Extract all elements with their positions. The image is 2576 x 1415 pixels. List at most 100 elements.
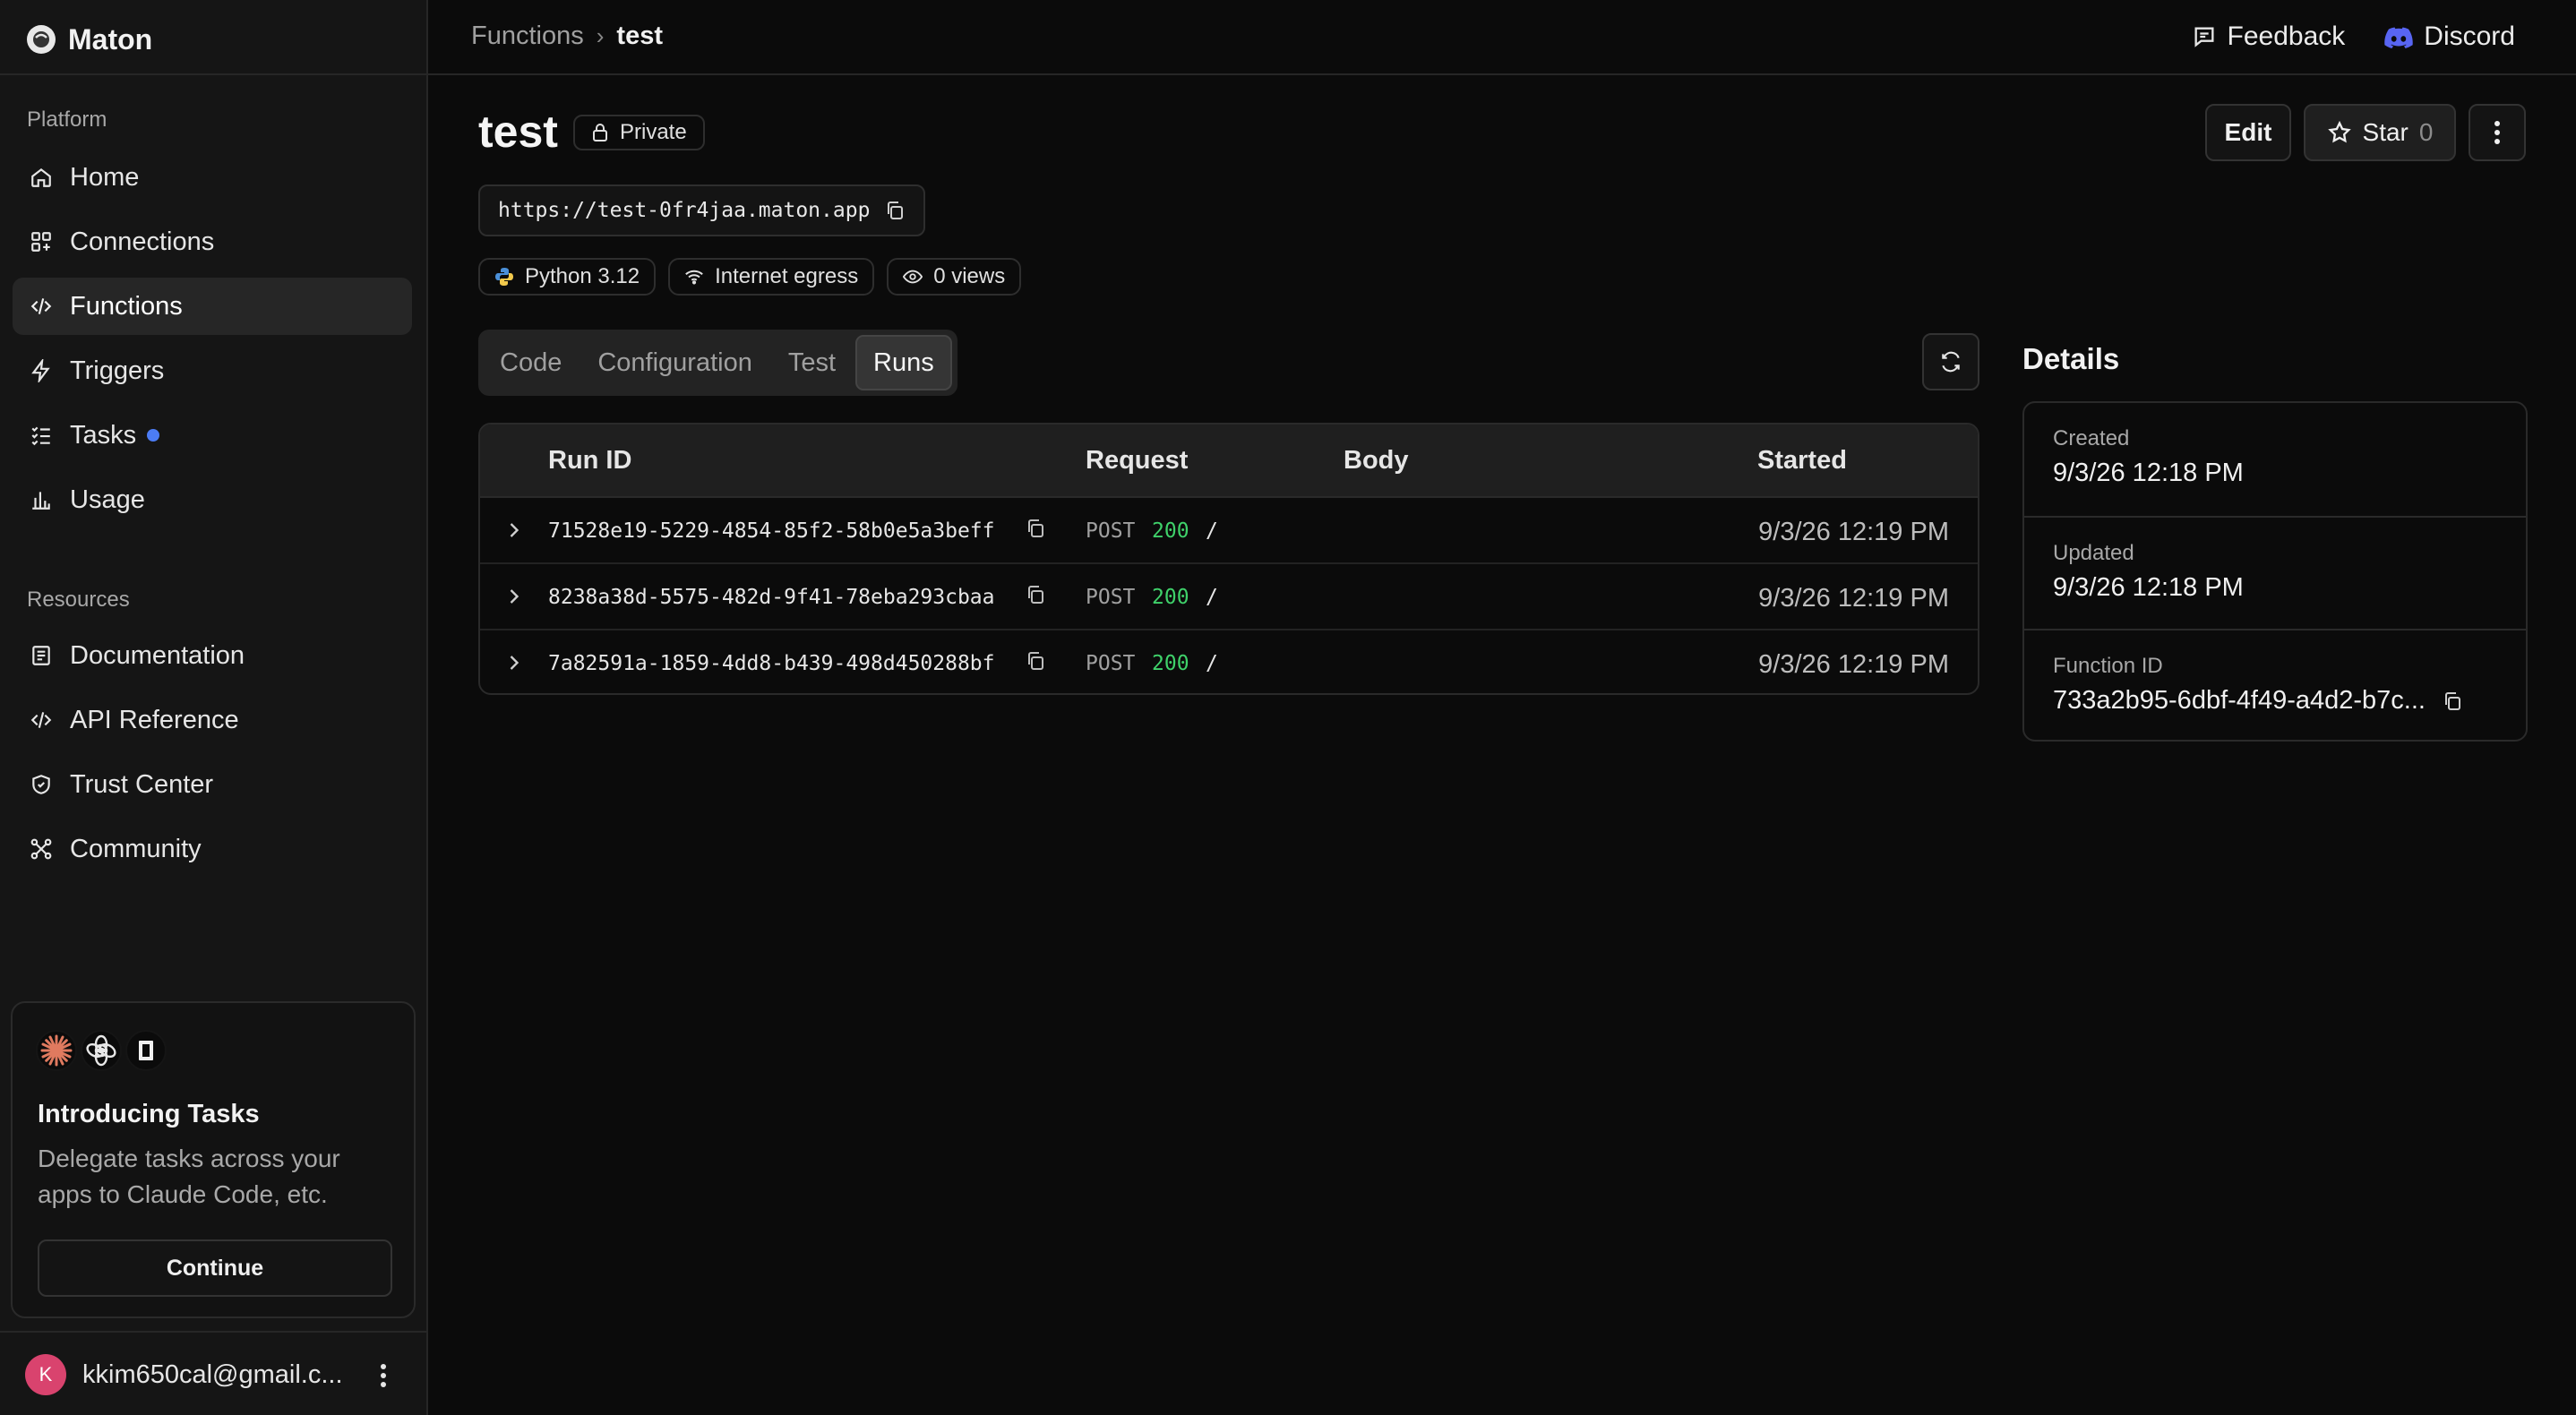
table-row[interactable]: 8238a38d-5575-482d-9f41-78eba293cbaa POS… (480, 564, 1978, 630)
claude-icon (36, 1030, 77, 1071)
status-code: 200 (1152, 519, 1189, 543)
chevron-right-icon[interactable] (502, 584, 527, 609)
runs-table: Run ID Request Body Started 71528e19-522… (478, 423, 1979, 695)
chevron-right-icon[interactable] (502, 650, 527, 675)
request-method: POST (1086, 519, 1136, 543)
status-code: 200 (1152, 586, 1189, 609)
visibility-label: Private (620, 120, 687, 144)
checklist-icon (29, 423, 54, 448)
sidebar-item-usage[interactable]: Usage (13, 471, 412, 528)
sidebar-item-home[interactable]: Home (13, 149, 412, 206)
sidebar-item-documentation[interactable]: Documentation (13, 627, 412, 684)
breadcrumb-current: test (616, 21, 663, 50)
copy-icon[interactable] (2442, 690, 2463, 712)
function-url[interactable]: https://test-0fr4jaa.maton.app (478, 184, 926, 236)
breadcrumb-separator: › (596, 22, 605, 49)
discord-label: Discord (2424, 21, 2515, 51)
divider (0, 1331, 426, 1333)
sidebar-item-label: API Reference (70, 705, 239, 734)
user-account[interactable]: K kkim650cal@gmail.c... (25, 1354, 343, 1395)
detail-value: 9/3/26 12:18 PM (2053, 459, 2497, 488)
book-icon (29, 643, 54, 668)
user-menu-kebab-icon[interactable] (367, 1358, 399, 1394)
run-started: 9/3/26 12:19 PM (1758, 650, 1949, 679)
sidebar-item-label: Trust Center (70, 769, 214, 799)
star-count: 0 (2418, 118, 2434, 146)
views-label: 0 views (933, 264, 1006, 288)
shield-icon (29, 772, 54, 797)
user-email: kkim650cal@gmail.c... (82, 1359, 343, 1389)
feedback-link[interactable]: Feedback (2192, 21, 2346, 52)
sidebar: Maton Platform Home Connections Function… (0, 0, 428, 1415)
grid-icon (29, 229, 54, 254)
sidebar-item-tasks[interactable]: Tasks (13, 407, 412, 464)
promo-icons (36, 1030, 167, 1071)
home-icon (29, 165, 54, 190)
request-path: / (1206, 586, 1218, 609)
sidebar-item-community[interactable]: Community (13, 820, 412, 878)
network-label: Internet egress (715, 264, 859, 288)
discord-link[interactable]: Discord (2384, 21, 2515, 52)
sidebar-item-trust-center[interactable]: Trust Center (13, 756, 412, 813)
refresh-icon (1939, 350, 1962, 373)
table-row[interactable]: 71528e19-5229-4854-85f2-58b0e5a3beff POS… (480, 498, 1978, 564)
eye-icon (903, 269, 923, 285)
sidebar-item-label: Triggers (70, 356, 165, 385)
detail-created: Created 9/3/26 12:18 PM (2024, 403, 2526, 516)
page-title: test (478, 107, 558, 157)
created-value: 9/3/26 12:18 PM (2053, 459, 2244, 487)
copy-icon[interactable] (1025, 518, 1046, 539)
network-chip: Internet egress (668, 258, 875, 296)
updated-value: 9/3/26 12:18 PM (2053, 573, 2244, 602)
table-row[interactable]: 7a82591a-1859-4dd8-b439-498d450288bf POS… (480, 630, 1978, 693)
community-icon (29, 836, 54, 862)
detail-value: 9/3/26 12:18 PM (2053, 573, 2497, 603)
sidebar-item-triggers[interactable]: Triggers (13, 342, 412, 399)
code-icon (29, 708, 54, 733)
tab-configuration[interactable]: Configuration (581, 335, 769, 390)
run-id: 7a82591a-1859-4dd8-b439-498d450288bf (548, 652, 995, 675)
app-logo[interactable]: Maton (27, 20, 152, 59)
sidebar-item-label: Connections (70, 227, 215, 256)
detail-label: Updated (2053, 541, 2134, 565)
detail-updated: Updated 9/3/26 12:18 PM (2024, 516, 2526, 629)
header-actions: Edit Star 0 (2205, 104, 2526, 161)
lock-icon (591, 123, 609, 142)
discord-icon (2384, 25, 2414, 48)
run-started: 9/3/26 12:19 PM (1758, 518, 1949, 546)
feedback-label: Feedback (2227, 21, 2346, 51)
more-options-icon[interactable] (2469, 104, 2526, 161)
refresh-button[interactable] (1922, 333, 1979, 390)
star-button[interactable]: Star 0 (2304, 104, 2456, 161)
tab-code[interactable]: Code (484, 335, 578, 390)
edit-button[interactable]: Edit (2205, 104, 2291, 161)
detail-label: Created (2053, 426, 2130, 450)
tab-runs[interactable]: Runs (855, 335, 952, 390)
function-url-text: https://test-0fr4jaa.maton.app (498, 199, 871, 222)
avatar: K (25, 1354, 66, 1395)
column-body: Body (1344, 446, 1409, 475)
function-id-value: 733a2b95-6dbf-4f49-a4d2-b7c... (2053, 686, 2426, 715)
maton-logo-icon (27, 25, 56, 54)
sidebar-item-functions[interactable]: Functions (13, 278, 412, 335)
copy-icon[interactable] (1025, 650, 1046, 672)
tab-test[interactable]: Test (772, 335, 852, 390)
copy-icon[interactable] (884, 200, 906, 221)
code-icon (29, 294, 54, 319)
promo-description: Delegate tasks across your apps to Claud… (38, 1145, 340, 1208)
section-label-resources: Resources (27, 587, 130, 612)
sidebar-item-api-reference[interactable]: API Reference (13, 691, 412, 749)
run-started: 9/3/26 12:19 PM (1758, 584, 1949, 613)
promo-title: Introducing Tasks (38, 1100, 260, 1128)
chevron-right-icon[interactable] (502, 518, 527, 543)
visibility-badge: Private (573, 115, 705, 150)
copy-icon[interactable] (1025, 584, 1046, 605)
breadcrumb: Functions › test (471, 21, 663, 51)
continue-button[interactable]: Continue (38, 1239, 392, 1297)
tasks-promo-card: Introducing Tasks Delegate tasks across … (11, 1001, 416, 1318)
request-method: POST (1086, 652, 1136, 675)
breadcrumb-functions[interactable]: Functions (471, 21, 584, 51)
runtime-label: Python 3.12 (525, 264, 640, 288)
top-links: Feedback Discord (2192, 21, 2515, 52)
sidebar-item-connections[interactable]: Connections (13, 213, 412, 270)
